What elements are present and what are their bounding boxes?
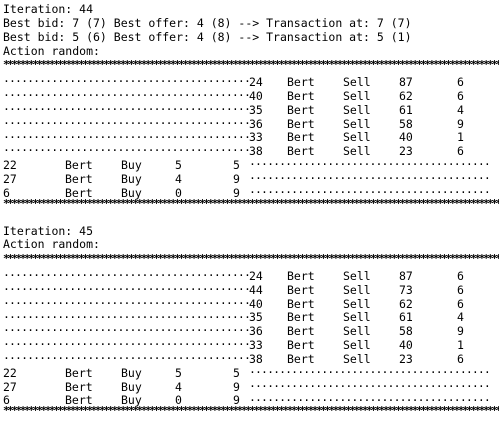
separator-line: ****************************************… — [3, 252, 499, 266]
buy-order-row: 22 Bert Buy 5 5.............................… — [3, 362, 499, 380]
iteration-label: Iteration: 44 — [3, 2, 94, 16]
sell-order-row: ........................................… — [3, 349, 499, 366]
dot-filler: ........................................… — [3, 279, 249, 293]
sell-order-row: ........................................… — [3, 99, 499, 117]
sell-order-row: ........................................… — [3, 86, 499, 103]
dot-filler: ........................................… — [249, 376, 491, 390]
sell-order-row: ........................................… — [3, 321, 499, 338]
dot-filler: ........................................… — [3, 349, 249, 363]
sell-order-row: ........................................… — [3, 279, 499, 297]
dot-filler: ........................................… — [249, 182, 491, 196]
separator-line: ****************************************… — [3, 404, 499, 418]
sell-order-row: ........................................… — [3, 72, 499, 89]
dot-filler: ........................................… — [3, 141, 249, 155]
buy-order-row: 27 Bert Buy 4 9.............................… — [3, 376, 499, 394]
dot-filler: ........................................… — [3, 113, 249, 127]
dot-filler: ........................................… — [3, 307, 249, 321]
dot-filler: ........................................… — [3, 266, 249, 280]
separator-line: ****************************************… — [3, 196, 499, 210]
buy-order-row: 6 Bert Buy 0 9..............................… — [3, 182, 499, 200]
dot-filler: ........................................… — [3, 293, 249, 307]
dot-filler: ........................................… — [3, 72, 249, 86]
info-line: Action random: — [3, 237, 100, 252]
sell-order-row: ........................................… — [3, 141, 499, 158]
dot-filler: ........................................… — [3, 335, 249, 349]
dot-filler: ........................................… — [249, 155, 491, 169]
info-line: Action random: — [3, 43, 100, 58]
sell-order-row: ........................................… — [3, 335, 499, 352]
dot-filler: ........................................… — [249, 169, 491, 183]
iteration-label: Iteration: 45 — [3, 223, 94, 238]
dot-filler: ........................................… — [3, 86, 249, 100]
buy-order-row: 6 Bert Buy 0 9..............................… — [3, 390, 499, 408]
sell-order-row: ........................................… — [3, 293, 499, 311]
console-output: Iteration: 44 Best bid: 7 (7) Best offer:… — [0, 0, 499, 428]
sell-order-row: ........................................… — [3, 127, 499, 145]
dot-filler: ........................................… — [249, 362, 491, 376]
dot-filler: ........................................… — [3, 99, 249, 113]
dot-filler: ........................................… — [3, 127, 249, 141]
sell-order-row: ........................................… — [3, 307, 499, 325]
info-line: Best bid: 5 (6) Best offer: 4 (8) --> Tr… — [3, 29, 412, 44]
buy-order-row: 22 Bert Buy 5 5.............................… — [3, 155, 499, 172]
sell-order-row: ........................................… — [3, 113, 499, 131]
buy-order-row: 27 Bert Buy 4 9.............................… — [3, 169, 499, 186]
separator-line: ****************************************… — [3, 58, 499, 72]
info-line: Best bid: 7 (7) Best offer: 4 (8) --> Tr… — [3, 15, 412, 30]
dot-filler: ........................................… — [249, 390, 491, 404]
sell-order-row: ........................................… — [3, 266, 499, 283]
dot-filler: ........................................… — [3, 321, 249, 335]
